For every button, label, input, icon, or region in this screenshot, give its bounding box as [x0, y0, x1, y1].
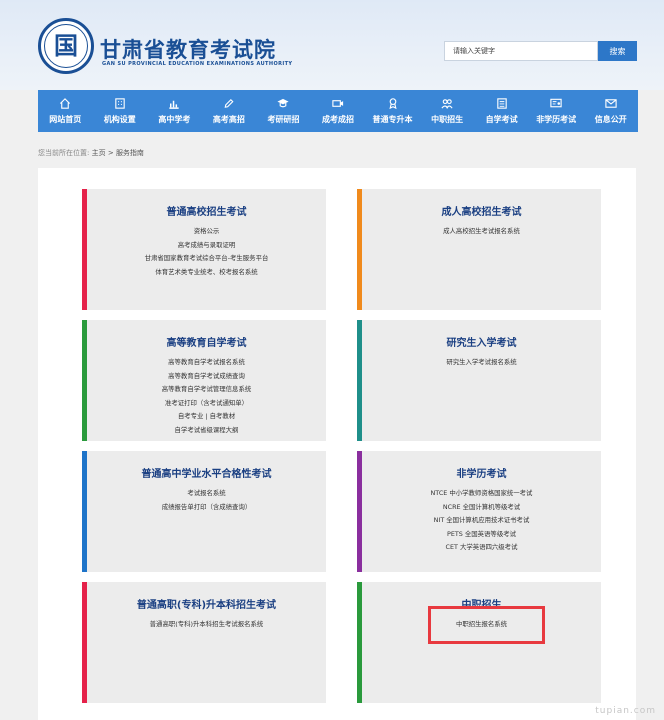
nav-item-6[interactable]: 成考成招	[311, 90, 366, 132]
breadcrumb: 您当前所在位置: 主页 > 服务指南	[38, 148, 144, 158]
card-adult-college-admission: 成人高校招生考试 成人高校招生考试报名系统	[357, 189, 601, 310]
card-title[interactable]: 高等教育自学考试	[87, 334, 326, 349]
users-icon	[440, 97, 454, 114]
nav-item-8[interactable]: 中职招生	[420, 90, 475, 132]
building-icon	[113, 97, 127, 114]
nav-item-3[interactable]: 高中学考	[147, 90, 202, 132]
card-link[interactable]: 考试报名系统	[87, 487, 326, 501]
card-link[interactable]: 成人高校招生考试报名系统	[362, 225, 601, 239]
card-links: 研究生入学考试报名系统	[362, 356, 601, 370]
logo-emblem: 国	[44, 24, 88, 68]
nav-item-2[interactable]: 机构设置	[93, 90, 148, 132]
card-link[interactable]: 资格公示	[87, 225, 326, 239]
main-nav: 网站首页 机构设置 高中学考 高考高招 考研研招 成考成招 普通专升本 中职招生 自学考试 非学历…	[38, 90, 638, 132]
card-links: 成人高校招生考试报名系统	[362, 225, 601, 239]
card-link[interactable]: 普通高职(专科)升本科招生考试报名系统	[87, 618, 326, 632]
nav-item-label: 机构设置	[103, 115, 136, 124]
card-title[interactable]: 研究生入学考试	[362, 334, 601, 349]
card-link[interactable]: PETS 全国英语等级考试	[362, 528, 601, 542]
card-link[interactable]: 高等教育自学考试报名系统	[87, 356, 326, 370]
nav-item-label: 普通专升本	[372, 115, 413, 124]
nav-item-label: 自学考试	[485, 115, 518, 124]
card-links: 普通高职(专科)升本科招生考试报名系统	[87, 618, 326, 632]
card-title[interactable]: 普通高中学业水平合格性考试	[87, 465, 326, 480]
card-link[interactable]: 自学考试省级课程大纲	[87, 424, 326, 438]
home-icon	[58, 97, 72, 114]
card-links: NTCE 中小学教师资格国家统一考试 NCRE 全国计算机等级考试 NIT 全国计算…	[362, 487, 601, 555]
breadcrumb-separator: >	[107, 149, 114, 157]
nav-item-label: 考研研招	[267, 115, 300, 124]
nav-item-11[interactable]: 信息公开	[583, 90, 638, 132]
card-vocational-to-bachelor-exam: 普通高职(专科)升本科招生考试 普通高职(专科)升本科招生考试报名系统	[82, 582, 326, 703]
card-links: 资格公示 高考成绩与录取证明 甘肃省国家教育考试综合平台-考生服务平台 体育艺术类专业…	[87, 225, 326, 279]
book-icon	[495, 97, 509, 114]
card-link[interactable]: NCRE 全国计算机等级考试	[362, 501, 601, 515]
watermark: tupian.com	[595, 706, 656, 716]
card-title[interactable]: 非学历考试	[362, 465, 601, 480]
card-graduate-entrance-exam: 研究生入学考试 研究生入学考试报名系统	[357, 320, 601, 441]
card-links: 考试报名系统 成绩报告单打印（含成绩查询）	[87, 487, 326, 514]
chart-icon	[167, 97, 181, 114]
nav-item-1[interactable]: 网站首页	[38, 90, 93, 132]
card-link[interactable]: 成绩报告单打印（含成绩查询）	[87, 501, 326, 515]
site-logo[interactable]: 国	[38, 18, 94, 74]
card-general-college-admission: 普通高校招生考试 资格公示 高考成绩与录取证明 甘肃省国家教育考试综合平台-考生服务…	[82, 189, 326, 310]
nav-item-7[interactable]: 普通专升本	[365, 90, 420, 132]
nav-item-label: 成考成招	[322, 115, 354, 124]
nav-item-label: 非学历考试	[536, 115, 577, 124]
card-link[interactable]: 甘肃省国家教育考试综合平台-考生服务平台	[87, 252, 326, 266]
card-high-school-proficiency-exam: 普通高中学业水平合格性考试 考试报名系统 成绩报告单打印（含成绩查询）	[82, 451, 326, 572]
card-link[interactable]: 研究生入学考试报名系统	[362, 356, 601, 370]
nav-item-label: 高考高招	[212, 115, 245, 124]
badge-icon	[386, 97, 400, 114]
card-link[interactable]: 高考成绩与录取证明	[87, 239, 326, 253]
nav-item-9[interactable]: 自学考试	[474, 90, 529, 132]
service-guide-panel: 普通高校招生考试 资格公示 高考成绩与录取证明 甘肃省国家教育考试综合平台-考生服务…	[38, 168, 636, 720]
video-icon	[331, 97, 345, 114]
card-link[interactable]: CET 大学英语四六级考试	[362, 541, 601, 555]
graduation-cap-icon	[276, 97, 290, 114]
card-link[interactable]: NIT 全国计算机应用技术证书考试	[362, 514, 601, 528]
search-button[interactable]: 搜索	[598, 41, 637, 61]
breadcrumb-lead: 您当前所在位置:	[38, 149, 90, 157]
nav-item-label: 网站首页	[49, 115, 82, 124]
card-link[interactable]: 自考专业 | 自考教材	[87, 410, 326, 424]
card-links: 高等教育自学考试报名系统 高等教育自学考试成绩查询 高等教育自学考试管理信息系统 准考…	[87, 356, 326, 438]
pencil-icon	[222, 97, 236, 114]
card-title[interactable]: 普通高校招生考试	[87, 203, 326, 218]
card-title[interactable]: 成人高校招生考试	[362, 203, 601, 218]
nav-item-10[interactable]: 非学历考试	[529, 90, 584, 132]
card-link[interactable]: NTCE 中小学教师资格国家统一考试	[362, 487, 601, 501]
card-link[interactable]: 体育艺术类专业统考、校考报名系统	[87, 266, 326, 280]
nav-item-label: 中职招生	[431, 115, 464, 124]
mail-icon	[604, 97, 618, 114]
card-non-degree-exam: 非学历考试 NTCE 中小学教师资格国家统一考试 NCRE 全国计算机等级考试 NI…	[357, 451, 601, 572]
card-self-study-exam: 高等教育自学考试 高等教育自学考试报名系统 高等教育自学考试成绩查询 高等教育自学考…	[82, 320, 326, 441]
site-subtitle: GAN SU PROVINCIAL EDUCATION EXAMINATIONS…	[102, 61, 293, 67]
breadcrumb-home-link[interactable]: 主页	[92, 149, 106, 157]
nav-item-5[interactable]: 考研研招	[256, 90, 311, 132]
card-link[interactable]: 高等教育自学考试成绩查询	[87, 370, 326, 384]
certificate-icon	[549, 97, 563, 114]
card-link[interactable]: 高等教育自学考试管理信息系统	[87, 383, 326, 397]
site-header: 国 甘肃省教育考试院 GAN SU PROVINCIAL EDUCATION E…	[0, 0, 664, 90]
card-link[interactable]: 准考证打印（含考试通知单）	[87, 397, 326, 411]
breadcrumb-current: 服务指南	[115, 149, 144, 157]
site-title: 甘肃省教育考试院	[100, 38, 276, 62]
highlight-annotation-box	[428, 606, 545, 644]
search-input[interactable]	[444, 41, 598, 61]
card-title[interactable]: 普通高职(专科)升本科招生考试	[87, 596, 326, 611]
nav-item-label: 信息公开	[594, 115, 627, 124]
nav-item-label: 高中学考	[158, 115, 191, 124]
nav-item-4[interactable]: 高考高招	[202, 90, 257, 132]
